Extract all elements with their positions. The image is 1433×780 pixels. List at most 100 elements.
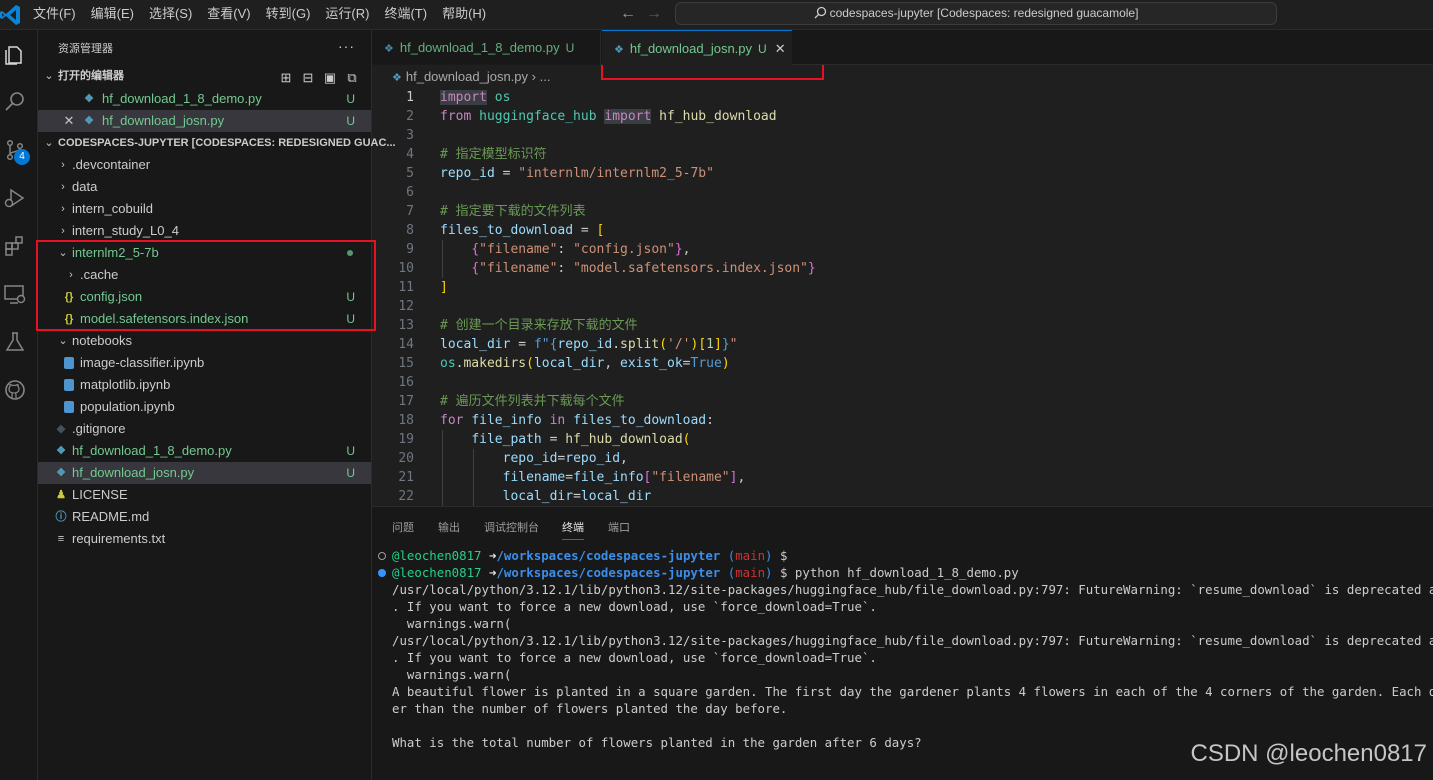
open-editor-item-active[interactable]: ✕ ❖ hf_download_josn.py U — [38, 110, 371, 132]
folder-item[interactable]: › .devcontainer — [38, 154, 371, 176]
workspace-section[interactable]: ⌄ CODESPACES-JUPYTER [CODESPACES: REDESI… — [38, 132, 395, 154]
terminal-output-line: What is the total number of flowers plan… — [392, 735, 922, 750]
python-file-icon: ❖ — [392, 72, 402, 84]
menu-help[interactable]: 帮助(H) — [442, 0, 486, 30]
folder-item-expanded[interactable]: ⌄ notebooks — [38, 330, 371, 352]
file-item[interactable]: {} model.safetensors.index.json U — [38, 308, 371, 330]
back-arrow-icon[interactable]: ← — [620, 4, 636, 24]
search-icon[interactable] — [0, 87, 30, 117]
remote-explorer-icon[interactable] — [0, 279, 30, 309]
code-string: '/' — [667, 337, 691, 352]
line-number: 5 — [406, 166, 414, 181]
code-line: {"filename": "config.json"}, — [471, 242, 691, 257]
menu-view[interactable]: 查看(V) — [207, 0, 250, 30]
code-line: local_dir=local_dir — [502, 489, 652, 504]
code-string: "filename" — [479, 261, 558, 276]
tree-label: population.ipynb — [80, 399, 175, 414]
more-actions-icon[interactable]: ··· — [338, 38, 355, 54]
bottom-panel: 问题 输出 调试控制台 终端 端口 @leochen0817 ➜/workspa… — [372, 506, 1433, 780]
tree-label: data — [72, 179, 98, 194]
tab-terminal[interactable]: 终端 — [562, 519, 584, 540]
folder-item[interactable]: › intern_cobuild — [38, 198, 371, 220]
untracked-badge: U — [346, 114, 355, 128]
forward-arrow-icon[interactable]: → — [646, 4, 662, 24]
code-editor[interactable]: 1 2 3 4 5 6 7 8 9 10 11 12 13 14 15 16 1… — [372, 88, 1433, 506]
terminal-output-line: warnings.warn( — [392, 616, 512, 631]
file-item[interactable]: image-classifier.ipynb — [38, 352, 371, 374]
chevron-right-icon: › — [61, 159, 65, 171]
chevron-right-icon: › — [69, 269, 73, 281]
python-file-icon: ❖ — [614, 44, 624, 56]
command-center[interactable]: codespaces-jupyter [Codespaces: redesign… — [675, 2, 1277, 25]
python-file-icon: ❖ — [384, 43, 394, 55]
breadcrumb-symbol[interactable]: ... — [540, 69, 551, 84]
folder-item[interactable]: › .cache — [38, 264, 371, 286]
tab-debug-console[interactable]: 调试控制台 — [484, 519, 539, 535]
file-item[interactable]: {} config.json U — [38, 286, 371, 308]
tab-hf-download-1-8-demo[interactable]: ❖ hf_download_1_8_demo.py U — [372, 30, 601, 65]
tab-hf-download-josn[interactable]: ❖ hf_download_josn.py U ✕ — [602, 30, 792, 65]
menu-go[interactable]: 转到(G) — [266, 0, 311, 30]
source-control-icon[interactable]: 4 — [0, 135, 30, 165]
close-all-icon[interactable]: ⧉ — [341, 67, 363, 89]
open-editors-section[interactable]: ⌄ 打开的编辑器 ⊞ ⊟ ▣ ⧉ — [38, 65, 371, 87]
file-item[interactable]: ❖ hf_download_1_8_demo.py U — [38, 440, 371, 462]
git-file-icon: ◆ — [56, 423, 66, 435]
close-tab-icon[interactable]: ✕ — [775, 41, 786, 56]
file-item[interactable]: population.ipynb — [38, 396, 371, 418]
chevron-right-icon: › — [61, 203, 65, 215]
code-line: filename=file_info["filename"], — [502, 470, 746, 485]
run-debug-icon[interactable] — [0, 183, 30, 213]
tree-label: README.md — [72, 509, 150, 524]
file-item[interactable]: matplotlib.ipynb — [38, 374, 371, 396]
toggle-vertical-layout-icon[interactable]: ⊟ — [297, 67, 319, 89]
close-icon[interactable]: ✕ — [62, 110, 76, 132]
file-item[interactable]: ◆ .gitignore — [38, 418, 371, 440]
menu-file[interactable]: 文件(F) — [33, 0, 76, 30]
github-icon[interactable] — [0, 375, 30, 405]
code-line: from huggingface_hub import hf_hub_downl… — [440, 109, 777, 124]
file-item[interactable]: ♟ LICENSE — [38, 484, 371, 506]
breadcrumb-file[interactable]: hf_download_josn.py — [406, 69, 528, 84]
explorer-icon[interactable] — [0, 40, 30, 70]
license-file-icon: ♟ — [56, 489, 66, 501]
folder-item-expanded[interactable]: ⌄ internlm2_5-7b — [38, 242, 371, 264]
prompt-path: /workspaces/codespaces-jupyter — [496, 548, 721, 563]
terminal-prompt: @leochen0817 ➜/workspaces/codespaces-jup… — [392, 548, 788, 563]
new-untitled-file-icon[interactable]: ⊞ — [275, 67, 297, 89]
testing-icon[interactable] — [0, 327, 30, 357]
file-item[interactable]: ⓘ README.md — [38, 506, 371, 528]
tree-label: .cache — [80, 267, 119, 282]
menu-selection[interactable]: 选择(S) — [149, 0, 192, 30]
file-item[interactable]: ≡ requirements.txt — [38, 528, 371, 550]
terminal-output-line: . If you want to force a new download, u… — [392, 599, 877, 614]
code-line: repo_id=repo_id, — [502, 451, 628, 466]
save-all-icon[interactable]: ▣ — [319, 67, 341, 89]
folder-item[interactable]: › data — [38, 176, 371, 198]
menu-terminal[interactable]: 终端(T) — [384, 0, 427, 30]
terminal-output-line: er than the number of flowers planted th… — [392, 701, 788, 716]
menu-run[interactable]: 运行(R) — [325, 0, 369, 30]
line-number: 11 — [398, 280, 414, 295]
open-editors-title: 打开的编辑器 — [58, 70, 124, 82]
code-line: os.makedirs(local_dir, exist_ok=True) — [440, 356, 730, 371]
folder-item[interactable]: › intern_study_L0_4 — [38, 220, 371, 242]
code-comment: # 指定要下载的文件列表 — [440, 204, 586, 219]
menu-edit[interactable]: 编辑(E) — [91, 0, 134, 30]
code-string: f" — [533, 337, 550, 352]
file-item-selected[interactable]: ❖ hf_download_josn.py U — [38, 462, 371, 484]
untracked-badge: U — [346, 444, 355, 458]
terminal-output-line: warnings.warn( — [392, 667, 512, 682]
tab-output[interactable]: 输出 — [438, 519, 460, 535]
code-line: for file_info in files_to_download: — [440, 413, 714, 428]
tree-label: intern_cobuild — [72, 201, 153, 216]
extensions-icon[interactable] — [0, 231, 30, 261]
tab-ports[interactable]: 端口 — [608, 519, 630, 535]
open-editor-item[interactable]: ❖ hf_download_1_8_demo.py U — [38, 88, 371, 110]
untracked-badge: U — [758, 42, 767, 56]
command-status-icon[interactable] — [378, 569, 386, 577]
explorer-sidebar: 资源管理器 ··· ⌄ 打开的编辑器 ⊞ ⊟ ▣ ⧉ ❖ hf_download… — [38, 30, 396, 780]
command-status-icon[interactable] — [378, 552, 386, 560]
tab-problems[interactable]: 问题 — [392, 519, 414, 535]
tree-label: config.json — [80, 289, 143, 304]
